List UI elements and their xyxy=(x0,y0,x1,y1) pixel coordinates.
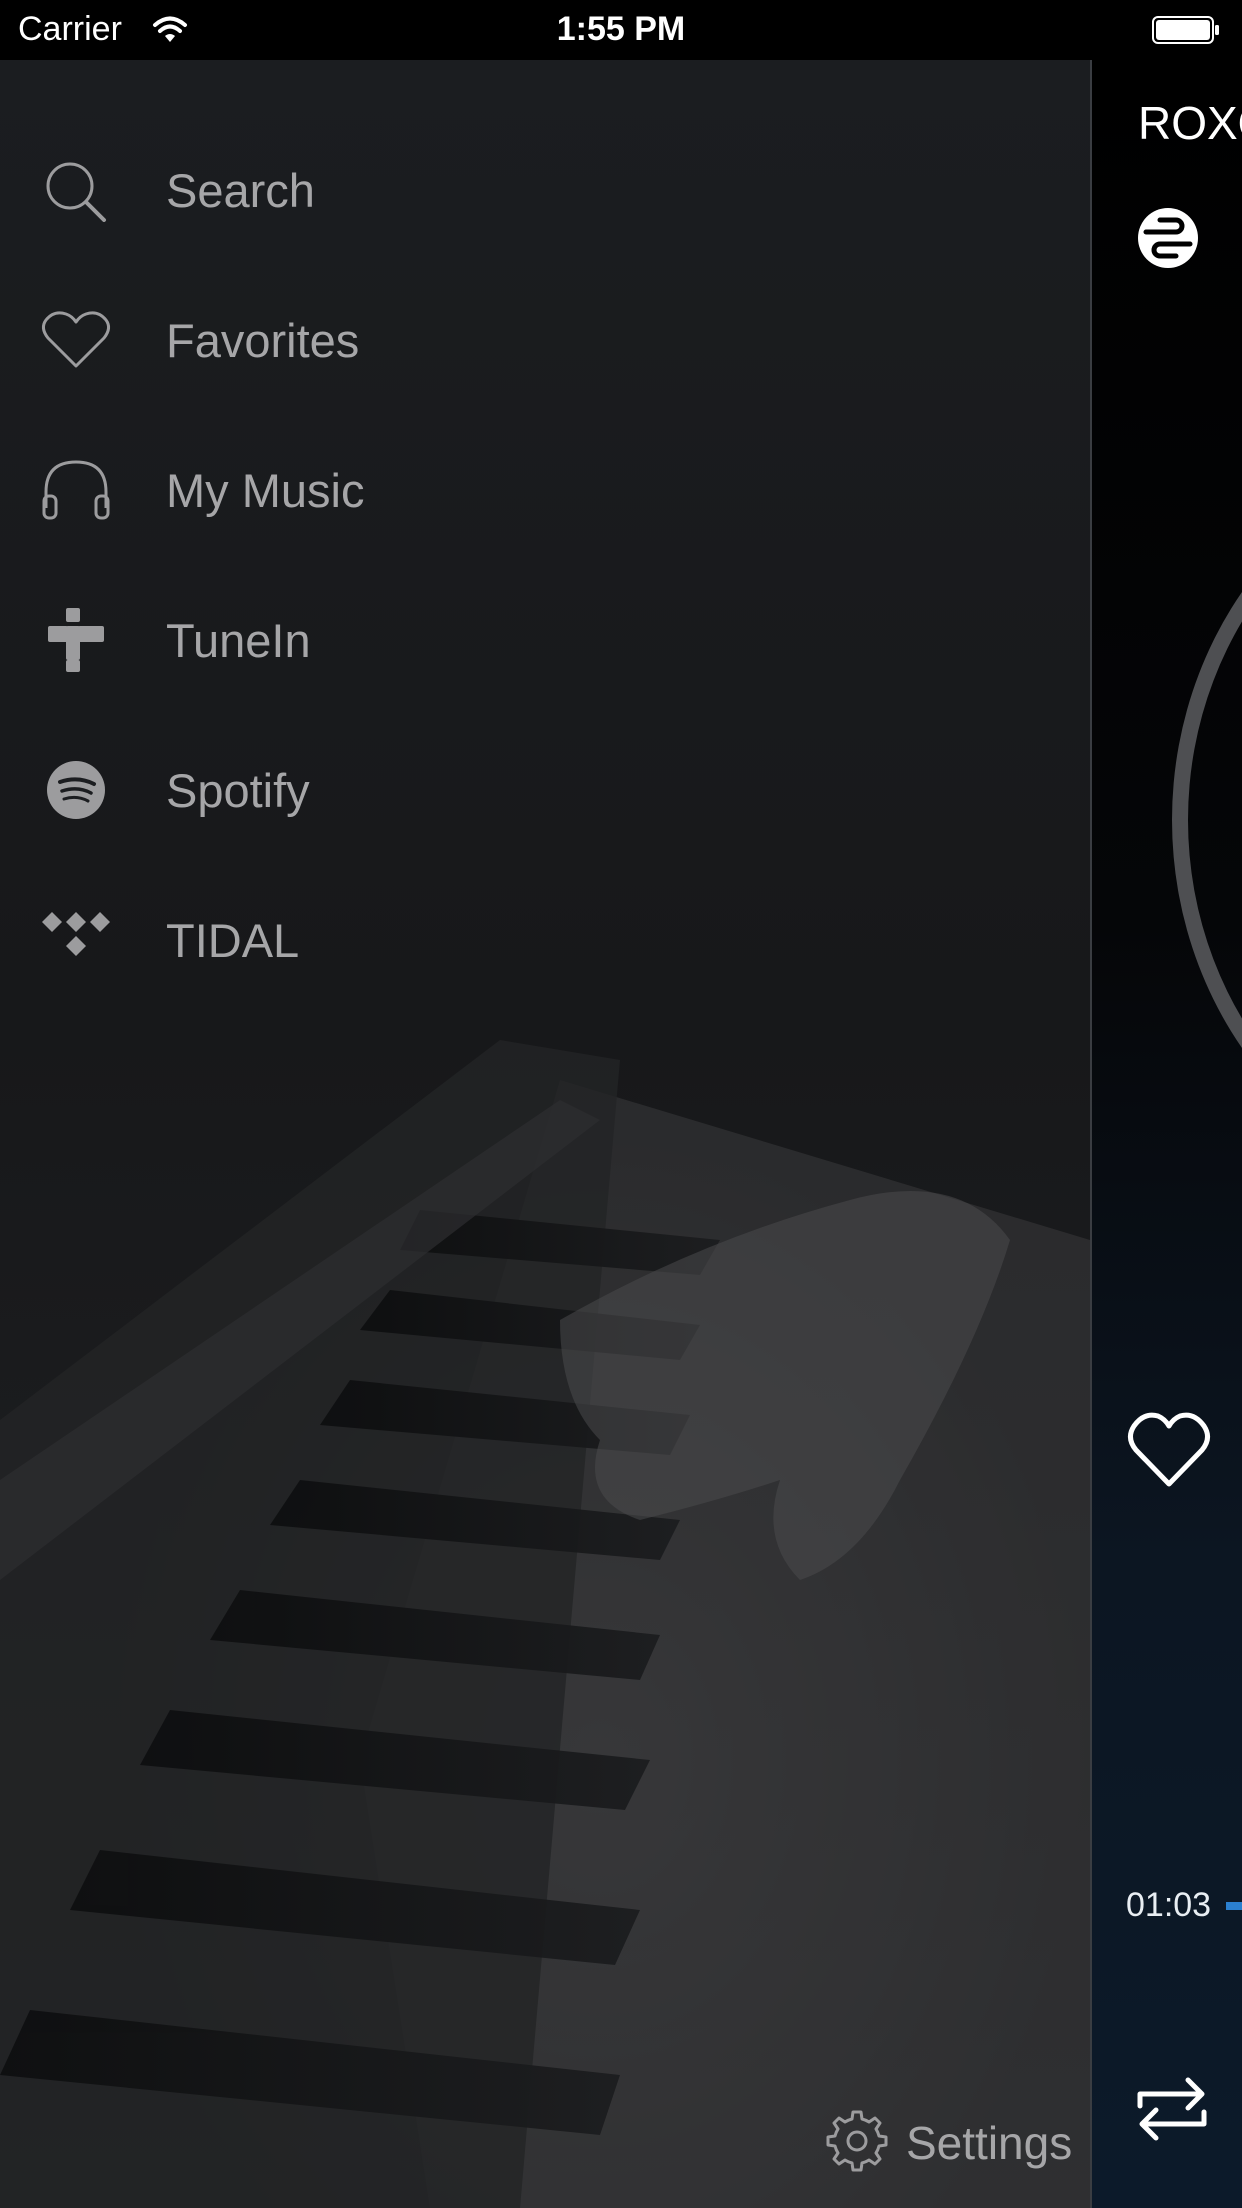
status-time: 1:55 PM xyxy=(556,10,686,48)
battery-icon xyxy=(1152,16,1219,44)
menu-item-spotify[interactable]: Spotify xyxy=(0,730,1090,850)
headphones-icon xyxy=(42,460,110,520)
menu-item-my-music[interactable]: My Music xyxy=(0,430,1090,550)
speaker-group-icon[interactable] xyxy=(1136,206,1200,270)
elapsed-time: 01:03 xyxy=(1126,1886,1212,1924)
side-drawer: Search Favorites My Music TuneIn Spotify… xyxy=(0,60,1090,2208)
repeat-icon[interactable] xyxy=(1132,2072,1212,2146)
settings-label: Settings xyxy=(906,2117,1073,2169)
menu-item-label: My Music xyxy=(166,464,365,517)
heart-icon xyxy=(41,311,111,368)
gear-icon xyxy=(826,2110,888,2172)
menu-item-tunein[interactable]: TuneIn xyxy=(0,580,1090,700)
menu-item-favorites[interactable]: Favorites xyxy=(0,280,1090,400)
menu-item-search[interactable]: Search xyxy=(0,130,1090,250)
menu-item-label: Favorites xyxy=(166,314,360,367)
settings-button[interactable]: Settings xyxy=(822,2100,1082,2180)
tunein-icon xyxy=(48,608,104,672)
tidal-icon xyxy=(42,912,110,956)
menu-item-label: TIDAL xyxy=(166,914,300,967)
menu-item-tidal[interactable]: TIDAL xyxy=(0,880,1090,1000)
album-art xyxy=(1172,440,1242,1200)
progress-bar[interactable] xyxy=(1226,1902,1242,1910)
spotify-icon xyxy=(47,761,105,819)
menu-item-label: TuneIn xyxy=(166,614,311,667)
room-title[interactable]: ROXO xyxy=(1138,96,1242,150)
now-playing-panel[interactable]: ROXO 01:03 xyxy=(1092,60,1242,2208)
search-icon xyxy=(46,162,106,222)
app-screen: Carrier 1:55 PM Search Favorites My Musi… xyxy=(0,0,1242,2208)
status-bar: Carrier 1:55 PM xyxy=(0,0,1242,60)
menu-item-label: Search xyxy=(166,164,315,217)
favorite-heart-icon[interactable] xyxy=(1126,1410,1212,1490)
menu-item-label: Spotify xyxy=(166,764,310,817)
